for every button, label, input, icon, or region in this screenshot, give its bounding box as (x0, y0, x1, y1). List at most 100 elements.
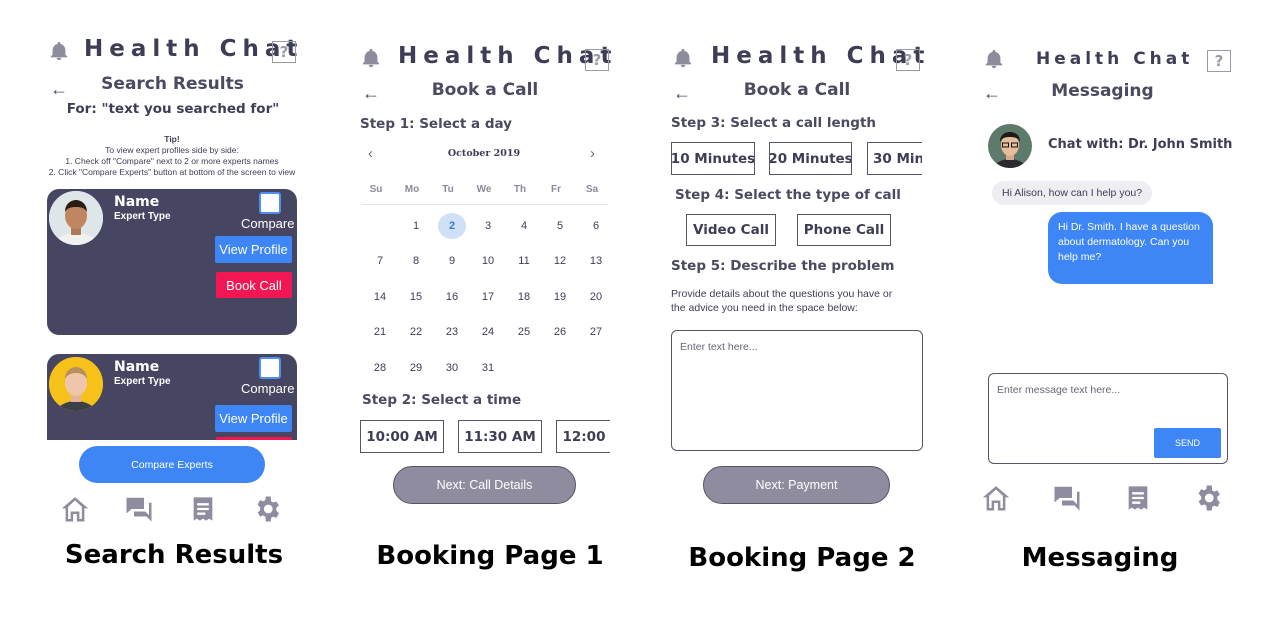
calendar-day[interactable]: 13 (582, 248, 610, 274)
call-length-option[interactable]: 10 Minutes (671, 142, 755, 175)
calendar-cell: 3 (470, 213, 506, 239)
calendar-day[interactable]: 14 (366, 284, 394, 310)
page-title: Book a Call (431, 80, 539, 100)
help-icon[interactable]: ? (585, 49, 609, 71)
calendar-day[interactable]: 1 (402, 213, 430, 239)
calendar-day-selected[interactable]: 2 (438, 212, 466, 239)
expert-avatar[interactable] (49, 357, 103, 411)
page-title: Messaging (1051, 81, 1154, 101)
time-option[interactable]: 10:00 AM (360, 420, 444, 453)
calendar-day[interactable]: 23 (438, 319, 466, 345)
calendar-day[interactable]: 19 (546, 284, 574, 310)
next-payment-button[interactable]: Next: Payment (703, 466, 890, 504)
send-button[interactable]: SEND (1154, 428, 1221, 458)
bottom-nav (60, 494, 300, 524)
time-option[interactable]: 11:30 AM (458, 420, 542, 453)
message-input-placeholder: Enter message text here... (997, 384, 1121, 396)
bell-icon[interactable] (983, 48, 1005, 70)
help-icon[interactable]: ? (1207, 50, 1231, 72)
screen-caption: Booking Page 1 (376, 541, 604, 571)
weekday: Th (513, 184, 527, 195)
back-arrow-icon[interactable]: ← (362, 83, 380, 104)
view-profile-button[interactable]: View Profile (215, 405, 292, 432)
calendar-day[interactable]: 8 (402, 248, 430, 274)
calendar-day[interactable]: 5 (546, 213, 574, 239)
next-month-icon[interactable]: › (590, 145, 595, 162)
tip-line: To view expert profiles side by side: (105, 145, 239, 155)
calendar-day[interactable]: 12 (546, 248, 574, 274)
compare-experts-button[interactable]: Compare Experts (79, 446, 265, 483)
back-arrow-icon[interactable]: ← (983, 83, 1001, 104)
calendar-day[interactable]: 10 (474, 248, 502, 274)
calendar-day[interactable]: 27 (582, 319, 610, 345)
calendar-day[interactable]: 28 (366, 355, 394, 381)
expert-avatar[interactable] (49, 191, 103, 245)
compare-checkbox[interactable] (259, 357, 281, 379)
calendar-day[interactable]: 26 (546, 319, 574, 345)
calendar-cell: 13 (578, 248, 614, 274)
avatar-photo (49, 191, 103, 245)
bell-icon[interactable] (360, 47, 382, 69)
calendar-day[interactable]: 20 (582, 284, 610, 310)
home-icon[interactable] (981, 483, 1011, 513)
calendar-day[interactable]: 15 (402, 284, 430, 310)
view-profile-button[interactable]: View Profile (215, 236, 292, 263)
problem-description-textarea[interactable]: Enter text here... (671, 330, 923, 451)
video-call-option[interactable]: Video Call (686, 214, 776, 246)
bell-icon[interactable] (672, 47, 694, 69)
compare-checkbox[interactable] (259, 192, 281, 214)
calendar-day[interactable]: 30 (438, 355, 466, 381)
calendar-day[interactable]: 29 (402, 355, 430, 381)
step-1-label: Step 1: Select a day (360, 116, 512, 132)
tip-block: Tip! To view expert profiles side by sid… (40, 134, 304, 178)
calendar-day[interactable]: 24 (474, 319, 502, 345)
calendar-day[interactable]: 22 (402, 319, 430, 345)
calendar-cell: 11 (506, 248, 542, 274)
calendar-day[interactable]: 11 (510, 248, 538, 274)
calendar-day[interactable]: 4 (510, 213, 538, 239)
next-call-details-button[interactable]: Next: Call Details (393, 466, 576, 504)
calendar-day[interactable]: 3 (474, 213, 502, 239)
outgoing-message: Hi Dr. Smith. I have a question about de… (1048, 212, 1213, 284)
chat-icon[interactable] (1052, 483, 1082, 513)
time-options: 10:00 AM 11:30 AM 12:00 PM (360, 420, 610, 454)
help-icon[interactable]: ? (896, 49, 920, 71)
call-length-option[interactable]: 20 Minutes (769, 142, 852, 175)
screen-caption: Messaging (1021, 543, 1179, 573)
calendar-divider (362, 204, 608, 205)
receipt-icon[interactable] (189, 494, 217, 524)
calendar-day[interactable]: 17 (474, 284, 502, 310)
calendar-day[interactable]: 6 (582, 213, 610, 239)
book-call-button[interactable]: Book Call (216, 272, 292, 298)
calendar-weekdays: Su Mo Tu We Th Fr Sa (358, 184, 610, 195)
book-call-button[interactable] (216, 437, 292, 440)
calendar-day[interactable]: 21 (366, 319, 394, 345)
tip-title: Tip! (164, 134, 180, 144)
avatar-photo (49, 357, 103, 411)
calendar-day[interactable]: 7 (366, 248, 394, 274)
tip-line: 2. Click "Compare Experts" button at bot… (48, 167, 296, 177)
doctor-avatar[interactable] (988, 124, 1032, 168)
expert-name: Name (114, 359, 160, 375)
weekday: Fr (551, 184, 561, 195)
app-brand: Health Chat (1036, 49, 1194, 69)
calendar-day[interactable]: 25 (510, 319, 538, 345)
help-icon[interactable]: ? (272, 41, 296, 63)
time-option[interactable]: 12:00 PM (556, 420, 610, 453)
phone-call-option[interactable]: Phone Call (797, 214, 891, 246)
home-icon[interactable] (60, 494, 90, 524)
bell-icon[interactable] (48, 40, 70, 62)
search-query-subtitle: For: "text you searched for" (66, 101, 280, 117)
calendar-day[interactable]: 16 (438, 284, 466, 310)
calendar-day[interactable]: 18 (510, 284, 538, 310)
back-arrow-icon[interactable]: ← (673, 83, 691, 104)
weekday: Sa (585, 184, 599, 195)
call-length-option[interactable]: 30 Minutes (867, 142, 922, 175)
calendar-day[interactable]: 9 (438, 248, 466, 274)
screen-caption: Booking Page 2 (688, 543, 916, 573)
gear-icon[interactable] (252, 494, 282, 524)
chat-icon[interactable] (124, 494, 154, 524)
receipt-icon[interactable] (1124, 483, 1152, 513)
calendar-day[interactable]: 31 (474, 355, 502, 381)
gear-icon[interactable] (1193, 483, 1223, 513)
